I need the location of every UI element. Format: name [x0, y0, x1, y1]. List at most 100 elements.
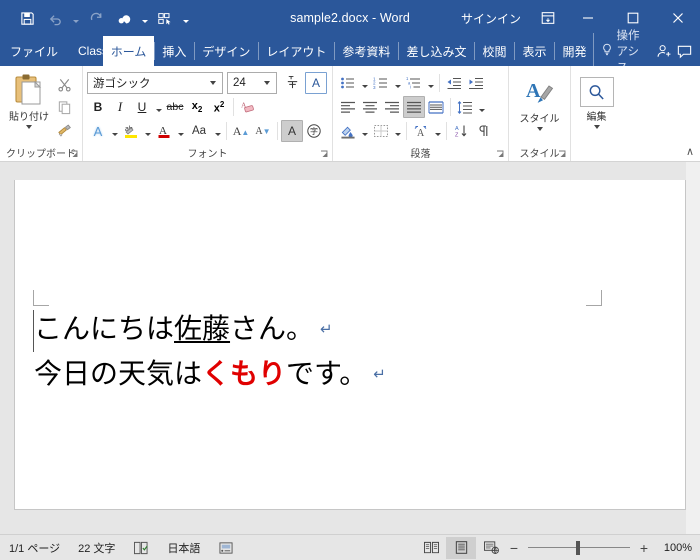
tab-mailings[interactable]: 差し込み文 — [398, 36, 474, 66]
tab-layout[interactable]: レイアウト — [258, 36, 334, 66]
text-highlight-color-icon[interactable]: ab — [120, 120, 142, 142]
tab-insert[interactable]: 挿入 — [154, 36, 194, 66]
shading-dropdown-icon[interactable] — [359, 120, 370, 142]
text-effects-dropdown-icon[interactable] — [109, 120, 120, 142]
numbering-icon[interactable]: 123 — [370, 72, 392, 94]
font-name-input[interactable]: 游ゴシック — [87, 72, 223, 94]
collapse-ribbon-button[interactable]: ∧ — [686, 145, 694, 158]
tab-home[interactable]: ホーム — [102, 36, 155, 66]
undo-dropdown-icon[interactable] — [70, 6, 81, 30]
borders-icon[interactable] — [370, 120, 392, 142]
macro-record-icon[interactable] — [209, 541, 243, 555]
multilevel-list-icon[interactable]: 1ai — [403, 72, 425, 94]
multilevel-dropdown-icon[interactable] — [425, 72, 436, 94]
font-color-dropdown-icon[interactable] — [175, 120, 186, 142]
line-spacing-dropdown-icon[interactable] — [476, 96, 487, 118]
clipboard-dialog-launcher[interactable] — [70, 150, 79, 159]
page-indicator[interactable]: 1/1 ページ — [0, 540, 69, 556]
grow-font-icon[interactable]: A▲ — [230, 120, 252, 142]
paste-dropdown-icon[interactable] — [26, 125, 32, 129]
tab-classic-menu[interactable]: Classic Me — [70, 36, 103, 66]
line-spacing-icon[interactable] — [454, 96, 476, 118]
phonetic-guide-icon[interactable] — [281, 72, 303, 94]
numbering-dropdown-icon[interactable] — [392, 72, 403, 94]
read-mode-view-icon[interactable] — [416, 537, 446, 559]
customize-qat-icon[interactable] — [180, 6, 191, 30]
show-formatting-marks-icon[interactable] — [472, 120, 494, 142]
tab-view[interactable]: 表示 — [514, 36, 554, 66]
font-size-input[interactable]: 24 — [227, 72, 277, 94]
document-page[interactable]: こんにちは佐藤さん。 ↵ 今日の天気はくもりです。 ↵ — [14, 180, 686, 510]
tab-review[interactable]: 校閲 — [474, 36, 514, 66]
align-right-icon[interactable] — [381, 96, 403, 118]
language-indicator[interactable]: 日本語 — [158, 540, 209, 556]
highlight-dropdown-icon[interactable] — [142, 120, 153, 142]
editing-dropdown-icon[interactable] — [593, 125, 600, 129]
increase-indent-icon[interactable] — [465, 72, 487, 94]
align-left-icon[interactable] — [337, 96, 359, 118]
close-button[interactable] — [655, 0, 700, 36]
vertical-scrollbar[interactable] — [686, 162, 700, 534]
underline-icon[interactable]: U — [131, 96, 153, 118]
zoom-level[interactable]: 100% — [652, 542, 692, 554]
change-case-dropdown-icon[interactable] — [212, 120, 223, 142]
touch-mode-icon[interactable] — [111, 5, 137, 31]
bold-icon[interactable]: B — [87, 96, 109, 118]
align-center-icon[interactable] — [359, 96, 381, 118]
font-dialog-launcher[interactable] — [320, 150, 329, 159]
distributed-icon[interactable] — [425, 96, 447, 118]
superscript-icon[interactable]: x2 — [208, 96, 230, 118]
maximize-button[interactable] — [610, 0, 655, 36]
undo-icon[interactable] — [42, 5, 68, 31]
tab-developer[interactable]: 開発 — [554, 36, 594, 66]
tab-design[interactable]: デザイン — [194, 36, 258, 66]
paste-button[interactable]: 貼り付け — [5, 71, 53, 129]
styles-dialog-launcher[interactable] — [558, 150, 567, 159]
zoom-out-button[interactable]: − — [506, 541, 522, 555]
underline-dropdown-icon[interactable] — [153, 96, 164, 118]
text-effects-icon[interactable]: A — [87, 120, 109, 142]
format-painter-icon[interactable] — [53, 119, 75, 141]
styles-button[interactable]: A スタイル — [513, 75, 566, 131]
shrink-font-icon[interactable]: A▼ — [252, 120, 274, 142]
bullets-dropdown-icon[interactable] — [359, 72, 370, 94]
word-count[interactable]: 22 文字 — [69, 540, 124, 556]
subscript-icon[interactable]: x2 — [186, 96, 208, 118]
change-case-icon[interactable]: Aa — [186, 120, 212, 142]
font-name-dropdown-icon[interactable] — [206, 73, 220, 93]
character-shading-icon[interactable]: A — [281, 120, 303, 142]
document-text[interactable]: こんにちは佐藤さん。 ↵ 今日の天気はくもりです。 ↵ — [34, 306, 604, 397]
shading-icon[interactable] — [337, 120, 359, 142]
zoom-slider[interactable] — [528, 540, 630, 556]
font-size-dropdown-icon[interactable] — [260, 73, 274, 93]
sign-in-button[interactable]: サインイン — [451, 10, 531, 27]
justify-icon[interactable] — [403, 96, 425, 118]
print-layout-view-icon[interactable] — [446, 536, 476, 559]
strikethrough-icon[interactable]: abc — [164, 96, 186, 118]
italic-icon[interactable]: I — [109, 96, 131, 118]
proofing-errors-icon[interactable] — [124, 541, 158, 555]
borders-dropdown-icon[interactable] — [392, 120, 403, 142]
web-layout-view-icon[interactable] — [476, 537, 506, 559]
account-person-icon[interactable] — [655, 36, 675, 66]
font-color-icon[interactable]: A — [153, 120, 175, 142]
editing-button[interactable]: 編集 — [575, 75, 618, 129]
enclose-character-icon[interactable]: 字 — [303, 120, 325, 142]
bullets-icon[interactable] — [337, 72, 359, 94]
clear-formatting-icon[interactable]: A — [237, 96, 259, 118]
touch-mode-dropdown-icon[interactable] — [139, 6, 150, 30]
zoom-slider-thumb[interactable] — [576, 540, 580, 555]
redo-icon[interactable] — [83, 5, 109, 31]
classic-menu-icon[interactable] — [152, 5, 178, 31]
zoom-in-button[interactable]: + — [636, 541, 652, 555]
asian-layout-icon[interactable]: A — [410, 120, 432, 142]
comments-balloon-icon[interactable] — [674, 36, 694, 66]
character-border-icon[interactable]: A — [305, 72, 327, 94]
ribbon-display-options-icon[interactable] — [531, 0, 565, 36]
cut-scissors-icon[interactable] — [53, 73, 75, 95]
copy-icon[interactable] — [53, 96, 75, 118]
tab-file[interactable]: ファイル — [0, 36, 70, 66]
tab-references[interactable]: 参考資料 — [334, 36, 398, 66]
minimize-button[interactable] — [565, 0, 610, 36]
sort-icon[interactable]: AZ — [450, 120, 472, 142]
